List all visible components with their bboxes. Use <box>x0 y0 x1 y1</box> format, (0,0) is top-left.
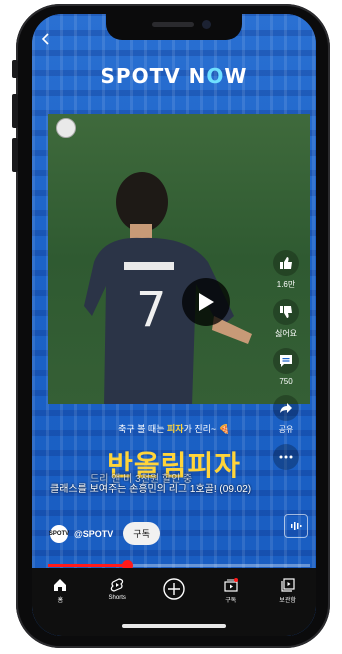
action-rail: 1.6만 싫어요 750 공유 <box>266 250 306 470</box>
progress-fill <box>48 564 127 567</box>
player-image: 7 <box>84 172 252 404</box>
channel-row: SPOTV @SPOTV 구독 <box>49 522 160 545</box>
spotv-now-logo: SPOTV NOW <box>100 64 248 88</box>
svg-text:7: 7 <box>136 282 167 338</box>
comment-count: 750 <box>279 377 293 386</box>
play-button[interactable] <box>182 278 230 326</box>
more-options-button[interactable] <box>273 444 299 470</box>
play-icon <box>199 293 214 311</box>
share-arrow-icon <box>280 403 292 413</box>
mute-switch <box>12 60 18 78</box>
video-caption[interactable]: 드리 앤 비 3천원 할인 중 클래스를 보여주는 손흥민의 리그 1호골! (… <box>50 474 310 496</box>
like-button[interactable] <box>273 250 299 276</box>
more-dots-icon <box>279 455 293 459</box>
bottom-nav: 홈 Shorts 구독 보관함 <box>32 568 316 636</box>
home-indicator <box>122 624 226 628</box>
subscriptions-icon <box>224 578 238 592</box>
dislike-label: 싫어요 <box>274 329 298 338</box>
subscribe-button[interactable]: 구독 <box>123 522 160 545</box>
nav-create[interactable] <box>149 578 199 600</box>
nav-home[interactable]: 홈 <box>35 578 85 604</box>
screen: SPOTV NOW 7 1.6만 싫어요 750 공유 축구 볼 때는 피자가 … <box>32 14 316 636</box>
channel-name[interactable]: @SPOTV <box>74 529 113 539</box>
shorts-icon <box>110 578 124 592</box>
thumbs-up-icon <box>280 257 292 269</box>
add-circle-icon <box>163 578 185 600</box>
audio-wave-icon <box>291 522 302 530</box>
volume-up-button <box>12 94 18 128</box>
library-icon <box>280 578 295 592</box>
progress-bar[interactable] <box>48 560 310 571</box>
nav-shorts[interactable]: Shorts <box>92 578 142 601</box>
share-button[interactable] <box>273 395 299 421</box>
channel-avatar[interactable]: SPOTV <box>49 524 69 543</box>
notch <box>106 14 242 40</box>
nav-library[interactable]: 보관함 <box>263 578 313 604</box>
comments-button[interactable] <box>273 348 299 374</box>
home-icon <box>54 579 67 591</box>
sound-tile[interactable] <box>284 514 308 538</box>
back-arrow-icon[interactable] <box>40 32 52 48</box>
promo-subtext: 드리 앤 비 3천원 할인 중 <box>90 474 193 485</box>
dislike-button[interactable] <box>273 299 299 325</box>
like-count: 1.6만 <box>276 280 296 289</box>
comment-icon <box>280 355 292 367</box>
share-label: 공유 <box>278 425 294 434</box>
volume-down-button <box>12 138 18 172</box>
thumbs-down-icon <box>280 306 292 318</box>
nav-subscriptions[interactable]: 구독 <box>206 578 256 604</box>
creator-avatar[interactable] <box>56 118 76 138</box>
